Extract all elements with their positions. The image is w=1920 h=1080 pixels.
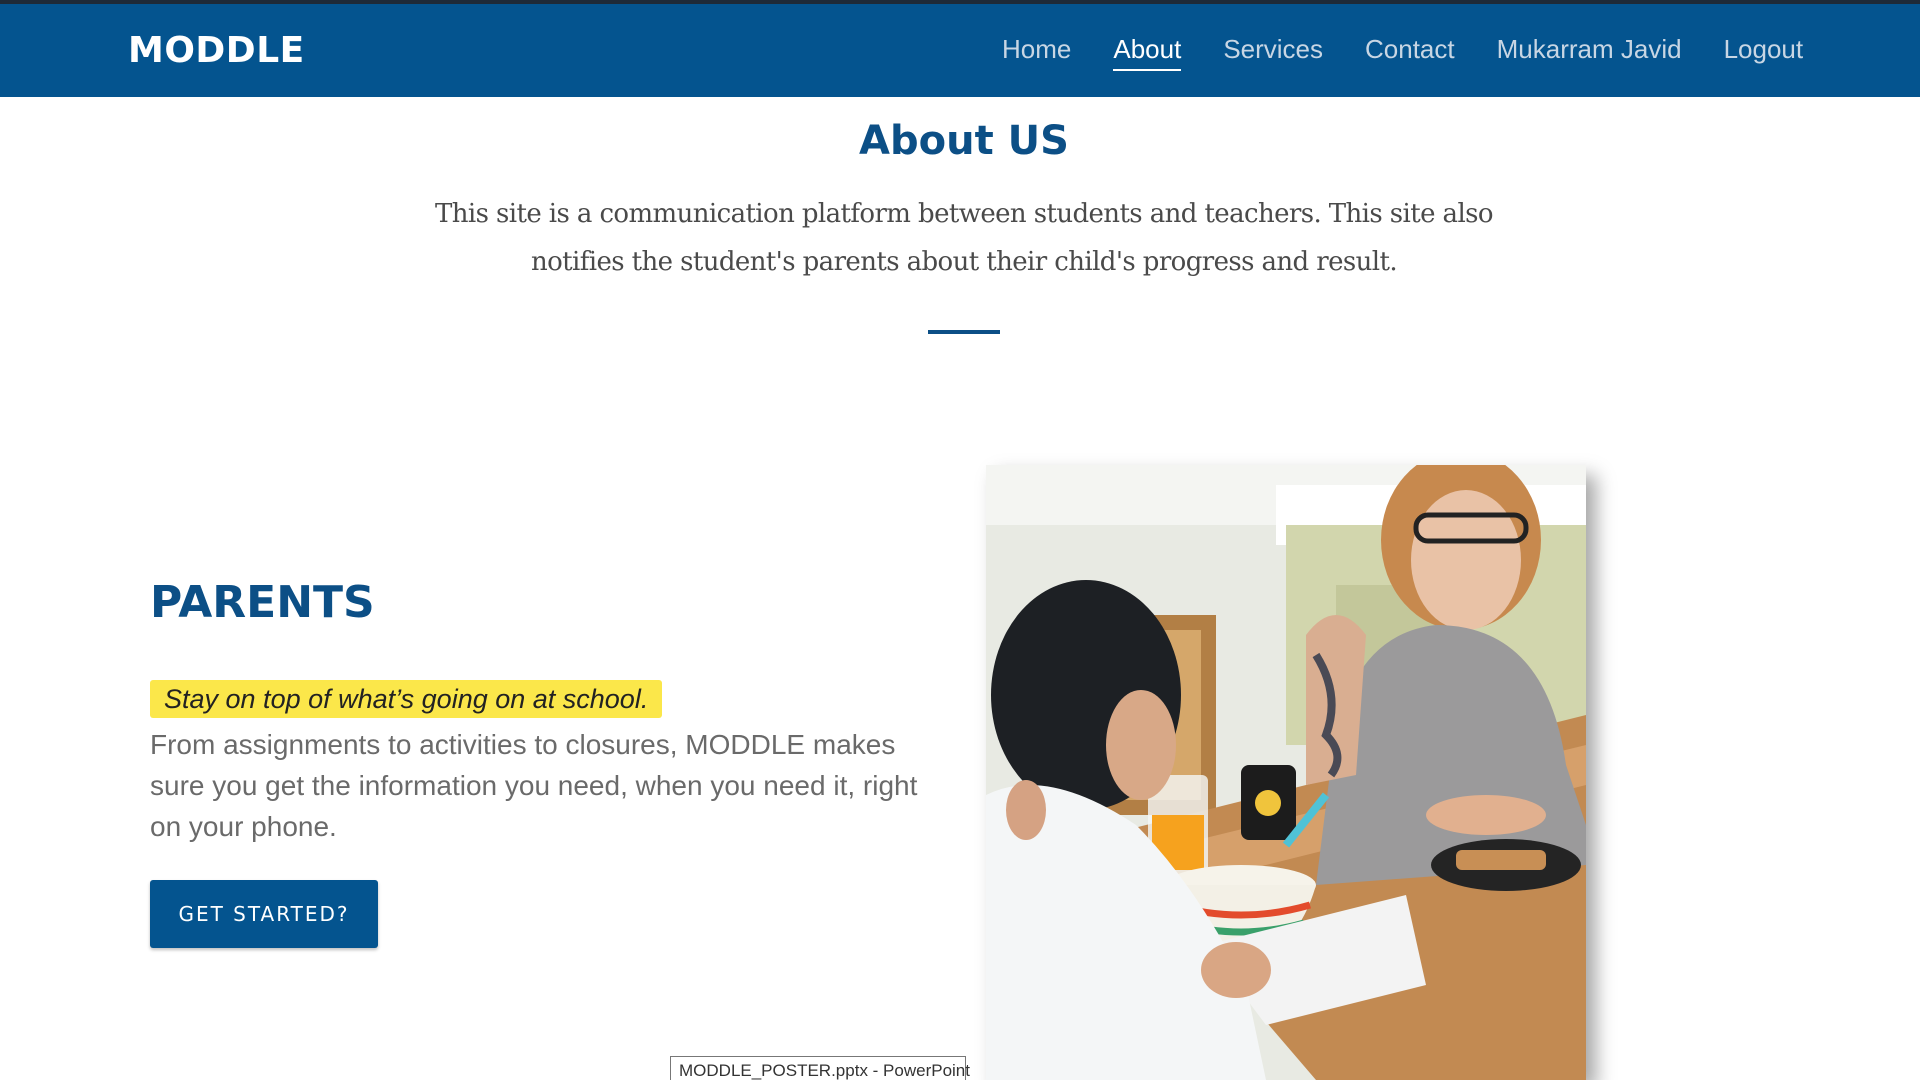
- about-title: About US: [859, 118, 1069, 164]
- brand-logo[interactable]: MODDLE: [128, 30, 305, 71]
- powerpoint-taskbar-tooltip: MODDLE_POSTER.pptx - PowerPoint: [670, 1056, 970, 1080]
- about-description: This site is a communication platform be…: [435, 199, 1494, 277]
- nav-link-user-profile[interactable]: Mukarram Javid: [1497, 34, 1682, 71]
- parents-description: From assignments to activities to closur…: [150, 729, 918, 842]
- nav-link-home[interactable]: Home: [1002, 34, 1071, 71]
- nav-link-about[interactable]: About: [1113, 34, 1182, 71]
- nav-link-logout[interactable]: Logout: [1724, 34, 1804, 71]
- nav-link-services[interactable]: Services: [1223, 34, 1323, 71]
- parents-title: PARENTS: [150, 577, 375, 628]
- navbar: MODDLE Home About Services Contact Mukar…: [0, 4, 1920, 97]
- parents-highlight: Stay on top of what’s going on at school…: [150, 680, 663, 718]
- nav-link-contact[interactable]: Contact: [1365, 34, 1455, 71]
- parent-child-breakfast-photo: [986, 465, 1586, 1080]
- nav-links: Home About Services Contact Mukarram Jav…: [1002, 34, 1845, 71]
- section-divider: [928, 330, 1000, 334]
- get-started-button[interactable]: GET STARTED?: [150, 880, 378, 948]
